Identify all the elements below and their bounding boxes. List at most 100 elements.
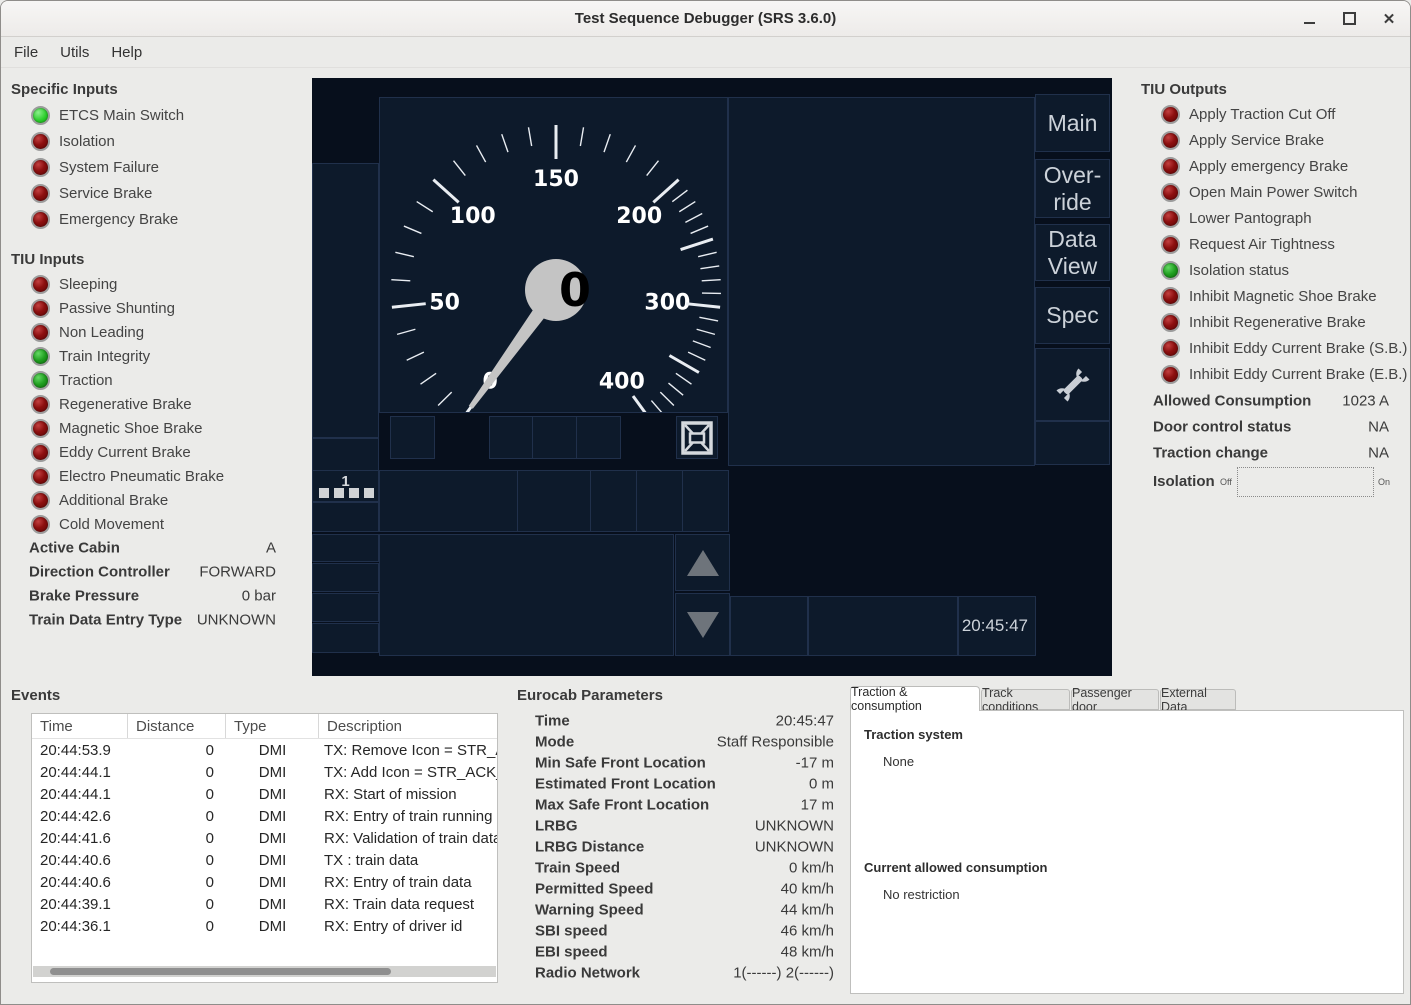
- speed-scale-label: 200: [616, 204, 662, 229]
- dmi-area-e-cell: [312, 593, 379, 622]
- specific-input-label: Service Brake: [59, 185, 152, 202]
- dmi-spec-button[interactable]: Spec: [1035, 287, 1110, 344]
- cab-info-row: Direction ControllerFORWARD: [1, 560, 312, 584]
- tiu-output-row: Isolation status: [1131, 257, 1409, 283]
- dmi-speedometer-area: 0501001502003004000: [379, 97, 728, 413]
- menu-utils[interactable]: Utils: [49, 44, 100, 61]
- event-row[interactable]: 20:44:42.60DMIRX: Entry of train running…: [32, 805, 497, 827]
- menu-file[interactable]: File: [3, 44, 49, 61]
- eurocab-param-label: LRBG Distance: [535, 838, 644, 855]
- titlebar[interactable]: Test Sequence Debugger (SRS 3.6.0) ✕: [1, 1, 1410, 37]
- event-row[interactable]: 20:44:40.60DMITX : train data: [32, 849, 497, 871]
- event-cell: RX: Train data request: [319, 896, 497, 913]
- tiu-input-row: Regenerative Brake: [1, 392, 312, 416]
- led-red-icon: [31, 275, 50, 294]
- tiu-input-row: Magnetic Shoe Brake: [1, 416, 312, 440]
- tiu-output-label: Inhibit Regenerative Brake: [1189, 314, 1366, 331]
- dmi-main-button[interactable]: Main: [1035, 94, 1110, 152]
- menu-help[interactable]: Help: [100, 44, 153, 61]
- event-cell: RX: Entry of driver id: [319, 918, 497, 935]
- tab-passenger-door[interactable]: Passenger door: [1071, 689, 1159, 710]
- tiu-output-label: Inhibit Eddy Current Brake (S.B.): [1189, 340, 1407, 357]
- isolation-slider[interactable]: [1237, 467, 1374, 497]
- event-cell: 0: [128, 786, 226, 803]
- eurocab-param: Estimated Front Location0 m: [535, 773, 834, 794]
- tiu-output-param: Traction changeNA: [1131, 440, 1391, 466]
- dmi-area-c-cell: [517, 470, 591, 532]
- dmi-area-a-distance: [312, 163, 379, 438]
- dmi-area-c-cell: [636, 470, 683, 532]
- events-column-header[interactable]: Description: [319, 714, 497, 738]
- eurocab-param: LRBG DistanceUNKNOWN: [535, 836, 834, 857]
- tiu-output-row: Inhibit Magnetic Shoe Brake: [1131, 283, 1409, 309]
- led-green-icon: [31, 371, 50, 390]
- event-row[interactable]: 20:44:36.10DMIRX: Entry of driver id: [32, 915, 497, 937]
- speed-tick: [604, 134, 610, 152]
- eurocab-param-label: Train Speed: [535, 859, 620, 876]
- speed-tick: [438, 392, 452, 405]
- event-cell: DMI: [226, 786, 319, 803]
- dmi-area-e-cell: [312, 534, 379, 562]
- close-button[interactable]: ✕: [1380, 10, 1398, 28]
- tiu-output-param-value: NA: [1368, 445, 1389, 462]
- led-red-icon: [31, 184, 50, 203]
- events-horizontal-scrollbar[interactable]: [33, 966, 496, 977]
- event-cell: 20:44:42.6: [32, 808, 128, 825]
- tiu-output-row: Lower Pantograph: [1131, 205, 1409, 231]
- tiu-input-row: Electro Pneumatic Brake: [1, 464, 312, 488]
- tab-content: Traction system None Current allowed con…: [850, 710, 1404, 994]
- dmi-data-view-button[interactable]: DataView: [1035, 224, 1110, 281]
- dmi-area-c-cell: [379, 470, 518, 532]
- specific-input-row: System Failure: [1, 154, 312, 180]
- events-column-header[interactable]: Time: [32, 714, 128, 738]
- dmi-scroll-up-button[interactable]: [675, 534, 730, 591]
- tiu-outputs-header: TIU Outputs: [1141, 81, 1227, 98]
- event-cell: DMI: [226, 918, 319, 935]
- event-row[interactable]: 20:44:41.60DMIRX: Validation of train da…: [32, 827, 497, 849]
- tiu-output-row: Inhibit Regenerative Brake: [1131, 309, 1409, 335]
- isolation-label: Isolation: [1153, 473, 1215, 490]
- event-cell: 0: [128, 852, 226, 869]
- tiu-output-label: Apply Service Brake: [1189, 132, 1324, 149]
- eurocab-param-value: 0 km/h: [789, 859, 834, 876]
- event-row[interactable]: 20:44:44.10DMIRX: Start of mission: [32, 783, 497, 805]
- event-cell: TX: Remove Icon = STR_ACK: [319, 742, 497, 759]
- event-row[interactable]: 20:44:39.10DMIRX: Train data request: [32, 893, 497, 915]
- tiu-output-param-value: 1023 A: [1342, 393, 1389, 410]
- eurocab-param-label: Warning Speed: [535, 901, 644, 918]
- tiu-input-row: Cold Movement: [1, 512, 312, 536]
- speed-tick: [421, 373, 437, 384]
- scrollbar-thumb[interactable]: [50, 968, 391, 975]
- eurocab-param-value: -17 m: [796, 754, 834, 771]
- tiu-input-row: Additional Brake: [1, 488, 312, 512]
- tiu-output-row: Request Air Tightness: [1131, 231, 1409, 257]
- speed-tick: [477, 145, 486, 162]
- dmi-scroll-down-button[interactable]: [675, 593, 730, 656]
- led-red-icon: [1161, 131, 1180, 150]
- dmi-area-a-cell: [312, 438, 379, 471]
- minimize-button[interactable]: [1300, 10, 1318, 28]
- tab-traction-consumption[interactable]: Traction & consumption: [850, 686, 980, 711]
- tiu-input-label: Magnetic Shoe Brake: [59, 420, 202, 437]
- event-row[interactable]: 20:44:40.60DMIRX: Entry of train data: [32, 871, 497, 893]
- event-row[interactable]: 20:44:44.10DMITX: Add Icon = STR_ACK_S: [32, 761, 497, 783]
- speed-tick: [693, 341, 711, 348]
- maximize-button[interactable]: [1340, 10, 1358, 28]
- menu-bar: FileUtilsHelp: [1, 37, 1410, 68]
- tab-external-data[interactable]: External Data: [1160, 689, 1236, 710]
- event-row[interactable]: 20:44:53.90DMITX: Remove Icon = STR_ACK: [32, 739, 497, 761]
- cab-info-row-value: UNKNOWN: [197, 612, 276, 629]
- tab-track-conditions[interactable]: Track conditions: [981, 689, 1070, 710]
- event-cell: 20:44:36.1: [32, 918, 128, 935]
- events-column-header[interactable]: Distance: [128, 714, 226, 738]
- speed-tick: [668, 383, 683, 395]
- speed-tick: [502, 134, 508, 152]
- specific-input-row: Service Brake: [1, 180, 312, 206]
- tiu-output-label: Request Air Tightness: [1189, 236, 1335, 253]
- events-table-body: 20:44:53.90DMITX: Remove Icon = STR_ACK2…: [32, 739, 497, 937]
- dmi-settings-button[interactable]: [1035, 348, 1110, 421]
- eurocab-param-value: 0 m: [809, 775, 834, 792]
- cab-info-row: Active CabinA: [1, 536, 312, 560]
- events-column-header[interactable]: Type: [226, 714, 319, 738]
- dmi-override-button[interactable]: Over-ride: [1035, 159, 1110, 218]
